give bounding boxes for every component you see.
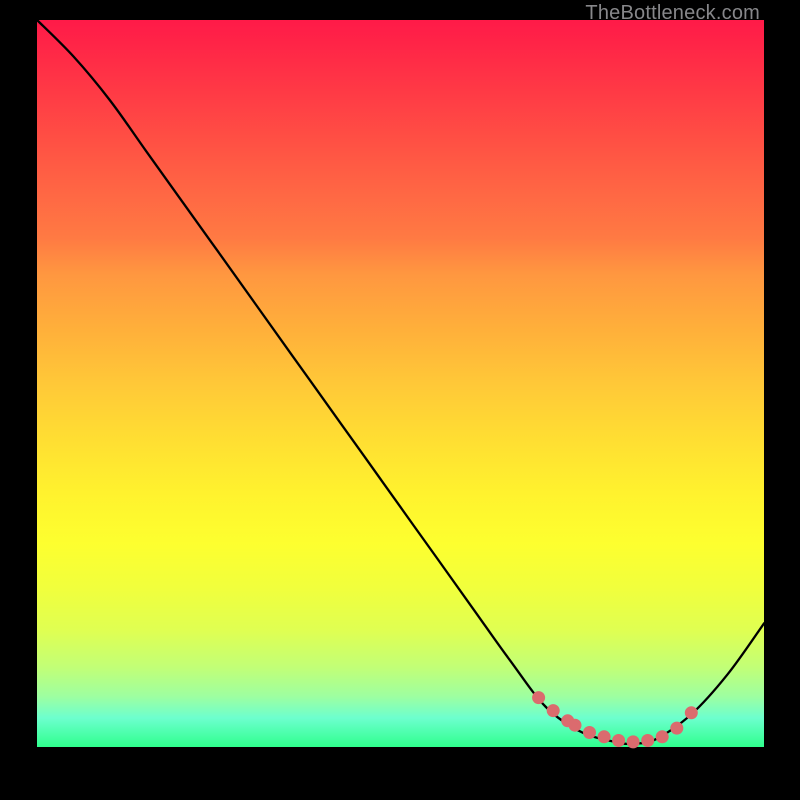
highlight-dot — [612, 734, 625, 747]
chart-plot-area — [37, 20, 764, 747]
highlight-dot — [547, 704, 560, 717]
highlight-dot — [685, 706, 698, 719]
highlight-dot — [627, 735, 640, 748]
highlight-dot — [656, 730, 669, 743]
highlight-dot — [598, 730, 611, 743]
highlight-dot — [670, 722, 683, 735]
highlight-dots-group — [532, 691, 698, 748]
highlight-dot — [532, 691, 545, 704]
chart-svg — [37, 20, 764, 747]
bottleneck-curve — [37, 20, 764, 744]
highlight-dot — [583, 726, 596, 739]
highlight-dot — [641, 734, 654, 747]
highlight-dot — [569, 719, 582, 732]
